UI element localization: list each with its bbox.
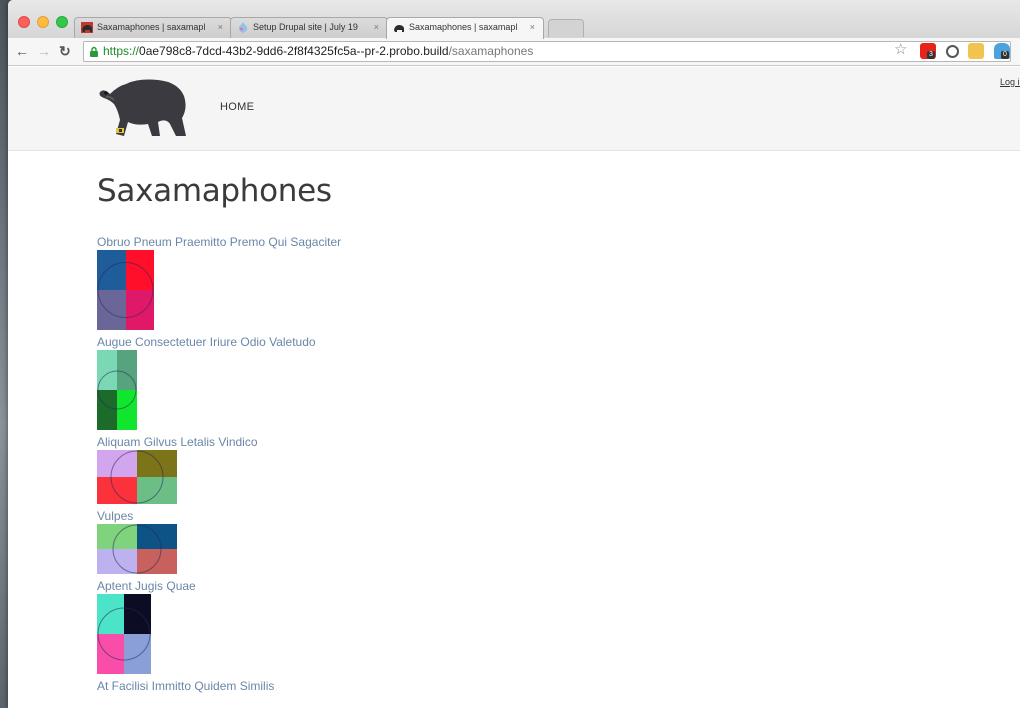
maximize-window-button[interactable] bbox=[56, 16, 68, 28]
drupal-icon bbox=[238, 22, 248, 33]
url-scheme: https:// bbox=[103, 44, 140, 58]
tab-strip: Saxamaphones | saxamapl × Setup Drupal s… bbox=[8, 0, 1020, 39]
extension-face-icon[interactable] bbox=[968, 43, 984, 59]
thumbnail-circle bbox=[110, 450, 164, 504]
address-bar[interactable]: https://0ae798c8-7dcd-43b2-9dd6-2f8f4325… bbox=[83, 41, 1011, 62]
list-item: Aliquam Gilvus Letalis Vindico bbox=[97, 434, 341, 504]
url-path: /saxamaphones bbox=[448, 44, 534, 58]
tab-setup-drupal[interactable]: Setup Drupal site | July 19 × bbox=[230, 17, 388, 38]
saxamaphone-list: Obruo Pneum Praemitto Premo Qui Sagacite… bbox=[97, 234, 341, 698]
tab-title: Setup Drupal site | July 19 bbox=[253, 22, 358, 32]
item-title-link[interactable]: Aptent Jugis Quae bbox=[97, 578, 341, 594]
page-title: Saxamaphones bbox=[97, 173, 332, 209]
tab-title: Saxamaphones | saxamapl bbox=[409, 22, 518, 32]
item-title-link[interactable]: At Facilisi Immitto Quidem Similis bbox=[97, 678, 341, 694]
list-item: At Facilisi Immitto Quidem Similis bbox=[97, 678, 341, 694]
minimize-window-button[interactable] bbox=[37, 16, 49, 28]
url-host: 0ae798c8-7dcd-43b2-9dd6-2f8f4325fc5a--pr… bbox=[139, 44, 449, 58]
list-item: Vulpes bbox=[97, 508, 341, 574]
item-title-link[interactable]: Vulpes bbox=[97, 508, 341, 524]
bear-icon bbox=[394, 25, 404, 32]
extension-badge: 3 bbox=[927, 51, 935, 59]
thumbnail-circle bbox=[112, 524, 162, 574]
item-title-link[interactable]: Obruo Pneum Praemitto Premo Qui Sagacite… bbox=[97, 234, 341, 250]
browser-toolbar: ← → ↻ https://0ae798c8-7dcd-43b2-9dd6-2f… bbox=[8, 38, 1020, 66]
list-item: Obruo Pneum Praemitto Premo Qui Sagacite… bbox=[97, 234, 341, 330]
extension-lastpass-icon[interactable]: 3 bbox=[920, 43, 936, 59]
lock-icon bbox=[90, 46, 98, 57]
thumbnail-circle bbox=[97, 262, 154, 318]
item-thumbnail-image[interactable] bbox=[97, 594, 151, 674]
back-arrow-icon[interactable]: ← bbox=[15, 43, 29, 59]
tab-saxamaphones-active[interactable]: Saxamaphones | saxamapl × bbox=[386, 17, 544, 39]
tab-title: Saxamaphones | saxamapl bbox=[97, 22, 206, 32]
browser-window: Saxamaphones | saxamapl × Setup Drupal s… bbox=[8, 0, 1020, 708]
reload-icon[interactable]: ↻ bbox=[59, 43, 71, 59]
item-thumbnail-image[interactable] bbox=[97, 524, 177, 574]
close-tab-icon[interactable]: × bbox=[218, 18, 223, 37]
login-link[interactable]: Log in bbox=[1000, 77, 1020, 87]
bookmark-star-icon[interactable]: ☆ bbox=[894, 42, 907, 58]
close-window-button[interactable] bbox=[18, 16, 30, 28]
item-thumbnail-image[interactable] bbox=[97, 250, 154, 330]
item-thumbnail-image[interactable] bbox=[97, 450, 177, 504]
forward-arrow-icon[interactable]: → bbox=[37, 43, 51, 59]
extension-ghost-icon[interactable]: 0 bbox=[994, 43, 1010, 59]
tab-saxamaphones-1[interactable]: Saxamaphones | saxamapl × bbox=[74, 17, 232, 38]
list-item: Augue Consectetuer Iriure Odio Valetudo bbox=[97, 334, 341, 430]
close-tab-icon[interactable]: × bbox=[530, 18, 535, 37]
extension-sync-icon[interactable] bbox=[946, 45, 959, 58]
thumbnail-circle bbox=[97, 370, 137, 410]
item-thumbnail-image[interactable] bbox=[97, 350, 137, 430]
extension-badge: 0 bbox=[1001, 51, 1009, 59]
nav-home-link[interactable]: HOME bbox=[220, 101, 254, 113]
list-item: Aptent Jugis Quae bbox=[97, 578, 341, 674]
close-tab-icon[interactable]: × bbox=[374, 18, 379, 37]
item-title-link[interactable]: Aliquam Gilvus Letalis Vindico bbox=[97, 434, 341, 450]
thumbnail-circle bbox=[97, 607, 151, 661]
new-tab-button[interactable] bbox=[548, 19, 584, 37]
page-content: HOME Log in Saxamaphones Obruo Pneum Pra… bbox=[8, 67, 1020, 708]
bear-logo-icon[interactable] bbox=[96, 74, 192, 140]
item-title-link[interactable]: Augue Consectetuer Iriure Odio Valetudo bbox=[97, 334, 341, 350]
site-header: HOME Log in bbox=[8, 67, 1020, 151]
bear-icon bbox=[81, 22, 93, 33]
